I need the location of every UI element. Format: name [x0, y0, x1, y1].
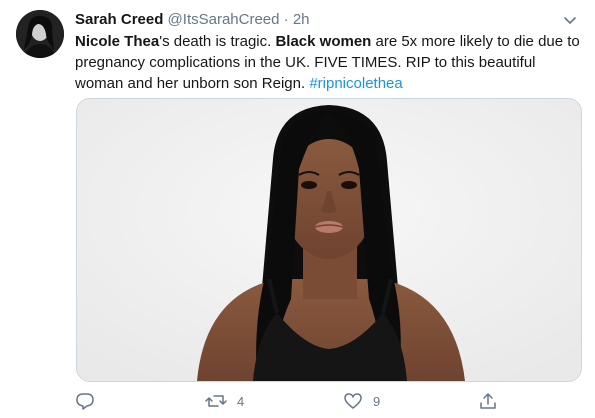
author-handle[interactable]: @ItsSarahCreed — [168, 11, 280, 28]
like-button[interactable]: 9 — [343, 390, 380, 412]
hashtag-link[interactable]: #ripnicolethea — [309, 75, 402, 92]
tweet-actions: 4 9 — [75, 390, 505, 412]
reply-icon — [75, 391, 95, 411]
tweet-text-part: 's death is tragic. — [159, 33, 276, 50]
author-avatar[interactable] — [16, 10, 64, 58]
share-icon — [478, 391, 498, 411]
heart-icon — [343, 391, 363, 411]
portrait-photo — [77, 99, 581, 381]
share-button[interactable] — [478, 390, 508, 412]
retweet-icon — [205, 391, 227, 411]
retweet-button[interactable]: 4 — [205, 390, 244, 412]
reply-button[interactable] — [75, 390, 105, 412]
retweet-count: 4 — [237, 393, 245, 409]
avatar-image — [16, 10, 64, 58]
tweet-text: Nicole Thea's death is tragic. Black wom… — [75, 31, 580, 94]
tweet-text-bold-name: Nicole Thea — [75, 33, 160, 50]
tweet-time[interactable]: 2h — [293, 11, 310, 28]
tweet-header: Sarah Creed @ItsSarahCreed · 2h — [75, 10, 580, 30]
tweet-text-bold-phrase: Black women — [275, 33, 372, 50]
tweet: Sarah Creed @ItsSarahCreed · 2h Nicole T… — [0, 0, 595, 418]
author-name[interactable]: Sarah Creed — [75, 11, 163, 28]
chevron-down-icon[interactable] — [560, 10, 580, 30]
like-count: 9 — [373, 393, 381, 409]
header-separator: · — [283, 11, 289, 28]
tweet-media-photo[interactable] — [76, 98, 582, 382]
